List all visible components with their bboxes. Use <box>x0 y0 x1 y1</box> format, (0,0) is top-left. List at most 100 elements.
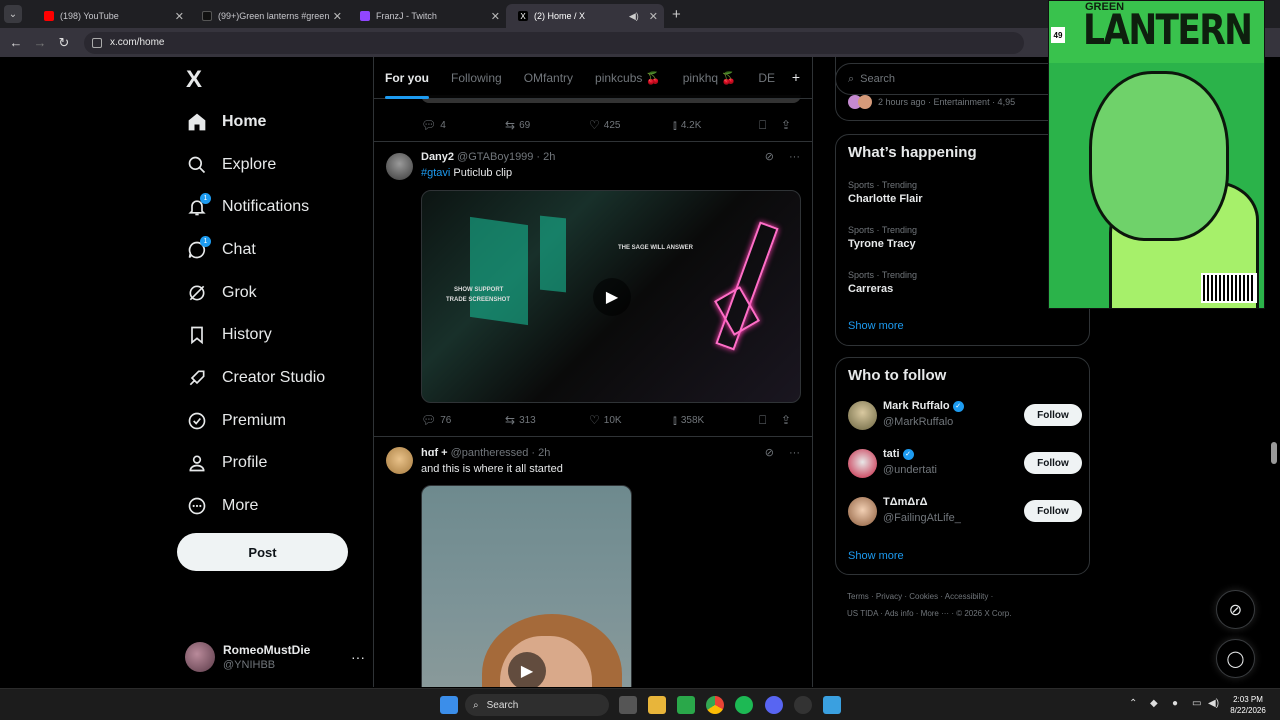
trend-item[interactable]: Sports · Trending Tyrone Tracy <box>848 225 917 250</box>
taskbar-search[interactable]: ⌕ Search <box>465 694 609 716</box>
tweet-text: and this is where it all started <box>421 463 563 475</box>
file-explorer-icon[interactable] <box>648 696 666 714</box>
mic-icon[interactable]: ● <box>1172 698 1178 709</box>
browser-tab-twitch[interactable]: FranzJ - Twitch ✕ <box>348 4 506 28</box>
reply-button[interactable]: 💬︎ 4 <box>421 118 505 132</box>
like-button[interactable]: ♡ 425 <box>589 118 673 132</box>
follow-suggestion[interactable]: TΔmΔrΔ @FailingAtLife_ Follow <box>848 494 1082 530</box>
app-icon[interactable] <box>677 696 695 714</box>
nav-item-chat[interactable]: 1 Chat <box>186 230 256 270</box>
nav-item-history[interactable]: History <box>186 315 272 355</box>
spotify-icon[interactable] <box>735 696 753 714</box>
views-button[interactable]: ⫾ 4.2K <box>673 118 759 133</box>
share-button[interactable]: ⇪ <box>781 118 795 132</box>
discord-tray-icon[interactable]: ◆ <box>1150 698 1158 709</box>
x-logo-icon[interactable]: X <box>186 66 202 94</box>
nav-item-home[interactable]: Home <box>186 102 266 142</box>
author-handle[interactable]: @GTABoy1999 <box>457 151 533 163</box>
browser-tab-tiktok[interactable]: (99+)Green lanterns #greenlan ✕ <box>190 4 348 28</box>
url-field[interactable]: x.com/home <box>84 31 1024 54</box>
messages-float-button[interactable]: ◯ <box>1216 639 1255 678</box>
nav-item-profile[interactable]: Profile <box>186 443 267 483</box>
nav-item-grok[interactable]: Grok <box>186 273 257 313</box>
repost-button[interactable]: ⇆ 313 <box>505 413 589 427</box>
browser-tab-youtube[interactable]: (198) YouTube ✕ <box>32 4 190 28</box>
footer-links[interactable]: US TIDA · Ads info · More ··· · © 2026 X… <box>847 609 1011 618</box>
show-more-link[interactable]: Show more <box>848 320 904 332</box>
add-tab-icon[interactable]: + <box>792 69 800 85</box>
windows-start-icon[interactable] <box>440 696 458 714</box>
tab-de[interactable]: DE <box>758 57 775 99</box>
author-handle[interactable]: @pantheressed <box>451 447 529 459</box>
play-icon[interactable]: ▶ <box>508 652 546 687</box>
app-icon[interactable] <box>794 696 812 714</box>
grok-icon[interactable]: ⊘ <box>765 447 774 459</box>
comic-cover-overlay[interactable]: GREEN LANTERN 49 <box>1048 0 1265 309</box>
display-icon[interactable]: ▭ <box>1192 698 1201 709</box>
tab-search-menu-icon[interactable]: ⌄ <box>4 5 22 23</box>
repost-button[interactable]: ⇆ 69 <box>505 118 589 132</box>
divider <box>374 141 812 142</box>
bookmark-button[interactable]: ⎕ <box>759 118 781 133</box>
like-button[interactable]: ♡ 10K <box>589 413 673 427</box>
follow-button[interactable]: Follow <box>1024 404 1082 426</box>
tab-pinkhq[interactable]: pinkhq 🍒 <box>683 57 737 99</box>
close-icon[interactable]: ✕ <box>175 10 184 23</box>
chevron-up-icon[interactable]: ⌃ <box>1129 698 1137 709</box>
speaker-icon[interactable]: ◀) <box>629 11 639 22</box>
tab-following[interactable]: Following <box>451 57 502 99</box>
new-tab-icon[interactable]: + <box>672 6 681 23</box>
nav-item-premium[interactable]: Premium <box>186 401 286 441</box>
more-options-icon[interactable]: ··· <box>789 447 800 459</box>
show-more-link[interactable]: Show more <box>848 550 904 562</box>
task-view-icon[interactable] <box>619 696 637 714</box>
close-icon[interactable]: ✕ <box>333 10 342 23</box>
trend-item[interactable]: Sports · Trending Charlotte Flair <box>848 180 923 205</box>
grok-float-button[interactable]: ⊘ <box>1216 590 1255 629</box>
speaker-icon[interactable]: ◀) <box>1208 698 1219 709</box>
nav-item-notifications[interactable]: 1 Notifications <box>186 187 309 227</box>
tab-pinkcubs[interactable]: pinkcubs 🍒 <box>595 57 661 99</box>
scrollbar-thumb[interactable] <box>1271 442 1277 464</box>
tab-omfantry[interactable]: OMfantry <box>524 57 573 99</box>
video-player[interactable]: ▶ <box>421 485 632 687</box>
nav-item-creator-studio[interactable]: Creator Studio <box>186 358 325 398</box>
site-info-icon[interactable] <box>92 37 102 48</box>
views-button[interactable]: ⫾ 358K <box>673 413 759 428</box>
discord-icon[interactable] <box>765 696 783 714</box>
nav-item-explore[interactable]: Explore <box>186 145 276 185</box>
follow-button[interactable]: Follow <box>1024 500 1082 522</box>
more-options-icon[interactable]: ··· <box>789 151 800 163</box>
nav-item-more[interactable]: More <box>186 486 258 526</box>
play-icon[interactable]: ▶ <box>593 278 631 316</box>
share-button[interactable]: ⇪ <box>781 413 795 427</box>
more-options-icon[interactable]: ··· <box>351 649 365 665</box>
chrome-icon[interactable] <box>706 696 724 714</box>
bookmark-button[interactable]: ⎕ <box>759 413 781 428</box>
tab-for-you[interactable]: For you <box>385 57 429 99</box>
avatar[interactable] <box>386 447 413 474</box>
video-player[interactable]: SHOW SUPPORT TRADE SCREENSHOT THE SAGE W… <box>421 190 801 403</box>
photos-icon[interactable] <box>823 696 841 714</box>
forward-icon[interactable]: → <box>28 35 52 50</box>
system-clock[interactable]: 2:03 PM 8/22/2026 <box>1226 694 1270 716</box>
author-name[interactable]: Dany2 <box>421 151 454 163</box>
back-icon[interactable]: ← <box>4 35 28 50</box>
tweet-tools: ⊘ ··· <box>765 150 800 163</box>
hashtag-link[interactable]: #gtavi <box>421 167 450 179</box>
avatar[interactable] <box>386 153 413 180</box>
close-icon[interactable]: ✕ <box>649 10 658 23</box>
reply-button[interactable]: 💬︎ 76 <box>421 413 505 427</box>
account-switcher[interactable]: RomeoMustDie @YNIHBB ··· <box>185 637 365 677</box>
follow-suggestion[interactable]: Mark Ruffalo ✓ @MarkRuffalo Follow <box>848 398 1082 434</box>
reload-icon[interactable]: ↻ <box>52 35 76 51</box>
post-button[interactable]: Post <box>177 533 348 571</box>
follow-button[interactable]: Follow <box>1024 452 1082 474</box>
browser-tab-x[interactable]: X (2) Home / X ◀) ✕ <box>506 4 664 28</box>
author-name[interactable]: hɑf + <box>421 447 448 459</box>
follow-suggestion[interactable]: tati ✓ @undertati Follow <box>848 446 1082 482</box>
grok-icon[interactable]: ⊘ <box>765 151 774 163</box>
footer-links[interactable]: Terms · Privacy · Cookies · Accessibilit… <box>847 592 993 601</box>
close-icon[interactable]: ✕ <box>491 10 500 23</box>
trend-item[interactable]: Sports · Trending Carreras <box>848 270 917 295</box>
